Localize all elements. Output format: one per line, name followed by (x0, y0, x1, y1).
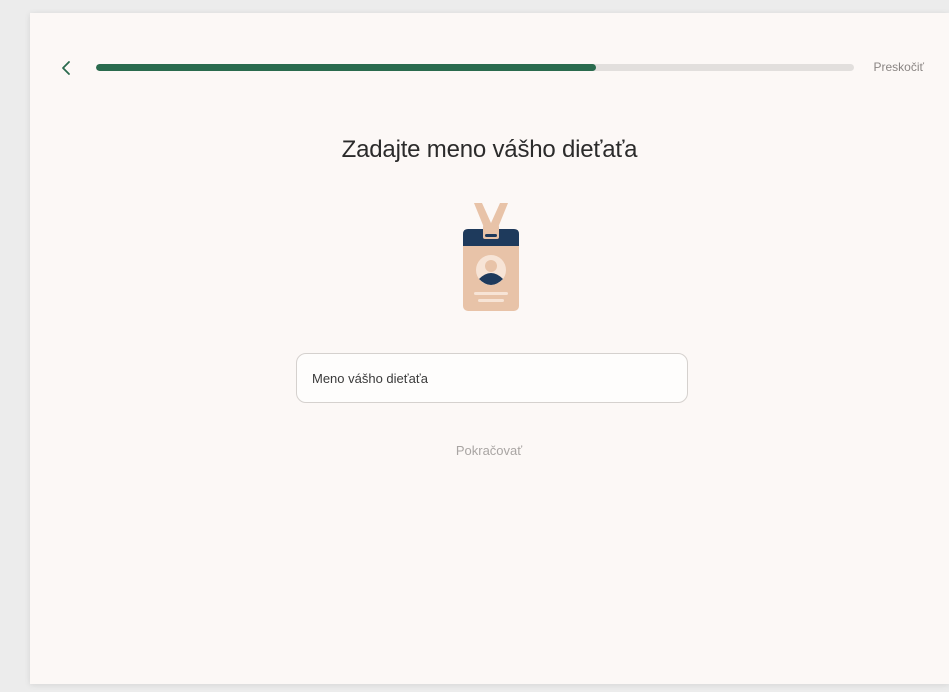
id-badge-icon (463, 203, 519, 311)
progress-bar-fill (96, 64, 597, 71)
child-name-input[interactable] (296, 353, 688, 403)
skip-link[interactable]: Preskočiť (873, 60, 924, 74)
back-button[interactable] (54, 56, 78, 80)
continue-button[interactable]: Pokračovať (389, 436, 589, 464)
page-title: Zadajte meno vášho dieťaťa (341, 136, 638, 163)
onboarding-screen: Preskočiť Zadajte meno vášho dieťaťa Pok… (30, 13, 949, 684)
progress-bar (96, 64, 854, 71)
chevron-left-icon (62, 61, 70, 75)
